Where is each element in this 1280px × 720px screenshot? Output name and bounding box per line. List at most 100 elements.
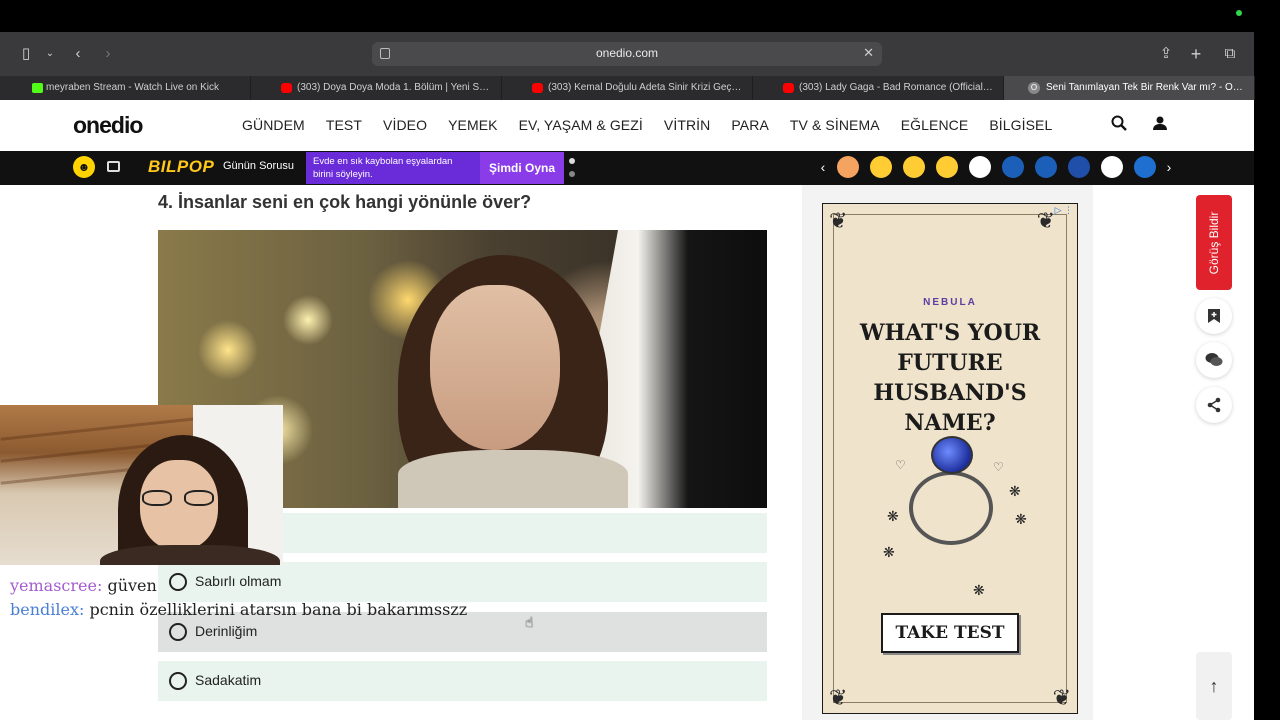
brand-icon[interactable] xyxy=(1133,156,1156,178)
back-button[interactable]: ‹ xyxy=(68,44,88,64)
ad-headline-line: FUTURE HUSBAND'S xyxy=(873,350,1027,406)
tab-bar: meyraben Stream - Watch Live on Kick (30… xyxy=(0,76,1255,100)
share-icon[interactable] xyxy=(1196,387,1232,423)
ad-headline-line: NAME? xyxy=(904,410,996,436)
nav-item-ev-yasam-gezi[interactable]: EV, YAŞAM & GEZİ xyxy=(519,117,643,133)
webcam-overlay xyxy=(0,405,283,565)
butterfly-icon: ❋ xyxy=(883,544,895,560)
chevron-left-icon[interactable]: ‹ xyxy=(815,159,831,175)
tab-overview-icon[interactable]: ⧉ xyxy=(1220,44,1240,64)
reaction-icon[interactable] xyxy=(935,156,958,178)
tab-label: (303) Lady Gaga - Bad Romance (Official … xyxy=(799,82,1004,93)
radio-button[interactable] xyxy=(169,672,187,690)
nav-item-tv-sinema[interactable]: TV & SİNEMA xyxy=(790,117,880,133)
card-icon[interactable] xyxy=(107,161,120,172)
ornament-icon: ❦ xyxy=(829,685,848,710)
ornament-icon: ❦ xyxy=(1036,208,1055,233)
chat-username: bendilex: xyxy=(10,600,85,619)
sidebar-toggle-icon[interactable]: ▯ xyxy=(16,44,36,64)
comments-icon[interactable] xyxy=(1196,342,1232,378)
answer-option[interactable]: Sadakatim xyxy=(158,661,767,701)
forward-button[interactable]: › xyxy=(98,44,118,64)
chat-message: yemascree: güven xyxy=(10,576,157,595)
feedback-label: Görüş Bildir xyxy=(1207,211,1221,274)
answer-label: Sabırlı olmam xyxy=(195,573,282,589)
chat-text: güven xyxy=(102,576,157,595)
ad-brand: NEBULA xyxy=(923,297,977,308)
search-icon[interactable] xyxy=(1110,115,1128,133)
tab-onedio[interactable]: O Seni Tanımlayan Tek Bir Renk Var mı? -… xyxy=(1004,76,1255,100)
camera-indicator-icon xyxy=(1236,10,1242,16)
radio-button[interactable] xyxy=(169,573,187,591)
nav-item-vitrin[interactable]: VİTRİN xyxy=(664,117,711,133)
advertisement[interactable]: ❦ ❦ ❦ ❦ ▷ ⋮ NEBULA WHAT'S YOUR FUTURE HU… xyxy=(822,203,1078,714)
adchoices-icon[interactable]: ▷ ⋮ xyxy=(1055,205,1073,216)
play-now-button[interactable]: Şimdi Oyna xyxy=(480,152,564,184)
quiz-question: 4. İnsanlar seni en çok hangi yönünle öv… xyxy=(158,192,532,212)
browser-toolbar: ▯ ⌄ ‹ › onedio.com ✕ ⇪ + ⧉ xyxy=(0,32,1254,76)
clear-address-icon[interactable]: ✕ xyxy=(863,45,874,61)
youtube-icon xyxy=(281,83,292,93)
answer-label: Derinliğim xyxy=(195,623,258,639)
ornament-icon: ❦ xyxy=(829,208,848,233)
butterfly-icon: ❋ xyxy=(1009,483,1021,499)
browser-window: ▯ ⌄ ‹ › onedio.com ✕ ⇪ + ⧉ meyraben Stre… xyxy=(0,32,1255,720)
youtube-icon xyxy=(783,83,794,93)
bilpop-logo[interactable]: BILPOP xyxy=(148,157,214,177)
bookmark-icon[interactable] xyxy=(1196,298,1232,334)
address-url: onedio.com xyxy=(595,46,659,60)
butterfly-icon: ❋ xyxy=(887,508,899,524)
nav-item-bilgisel[interactable]: BİLGİSEL xyxy=(989,117,1052,133)
site-logo[interactable]: onedio xyxy=(73,112,143,139)
ornament-icon: ❦ xyxy=(1052,685,1071,710)
hand-cursor-icon: ☝ xyxy=(525,614,534,630)
tab-label: meyraben Stream - Watch Live on Kick xyxy=(46,82,220,93)
ad-headline-line: WHAT'S YOUR xyxy=(859,320,1041,346)
ad-headline: WHAT'S YOUR FUTURE HUSBAND'S NAME? xyxy=(823,318,1077,438)
chat-text: pcnin özelliklerini atarsın bana bi baka… xyxy=(84,600,468,619)
brand-icon[interactable] xyxy=(1100,156,1123,178)
daily-question-label: Günün Sorusu xyxy=(223,160,294,172)
brand-icon[interactable] xyxy=(1034,156,1057,178)
reaction-strip: ‹ › xyxy=(815,156,1177,178)
nav-item-gundem[interactable]: GÜNDEM xyxy=(242,117,305,133)
kick-icon xyxy=(32,83,43,93)
answer-option[interactable]: Sabırlı olmam xyxy=(158,562,767,602)
tab-youtube-2[interactable]: (303) Kemal Doğulu Adeta Sinir Krizi Geç… xyxy=(502,76,753,100)
tab-kick[interactable]: meyraben Stream - Watch Live on Kick xyxy=(0,76,251,100)
tab-youtube-3[interactable]: (303) Lady Gaga - Bad Romance (Official … xyxy=(753,76,1004,100)
emoji-icon[interactable]: ☻ xyxy=(73,156,95,178)
scroll-to-top-button[interactable]: ↑ xyxy=(1196,652,1232,720)
new-tab-button[interactable]: + xyxy=(1186,44,1206,64)
share-icon[interactable]: ⇪ xyxy=(1156,44,1176,64)
take-test-button[interactable]: TAKE TEST xyxy=(881,613,1019,653)
nav-item-test[interactable]: TEST xyxy=(326,117,362,133)
promo-bar: ☻ BILPOP Günün Sorusu Evde en sık kaybol… xyxy=(0,151,1254,185)
reaction-icon[interactable] xyxy=(836,156,859,178)
reaction-icon[interactable] xyxy=(869,156,892,178)
butterfly-icon: ❋ xyxy=(1015,511,1027,527)
feedback-button[interactable]: Görüş Bildir xyxy=(1196,195,1232,290)
address-bar[interactable]: onedio.com ✕ xyxy=(372,42,882,66)
main-nav: GÜNDEM TEST VİDEO YEMEK EV, YAŞAM & GEZİ… xyxy=(242,117,1073,133)
chevron-down-icon[interactable]: ⌄ xyxy=(40,44,60,64)
screen: ▯ ⌄ ‹ › onedio.com ✕ ⇪ + ⧉ meyraben Stre… xyxy=(0,0,1280,720)
carousel-dots[interactable] xyxy=(569,158,575,184)
tab-youtube-1[interactable]: (303) Doya Doya Moda 1. Bölüm | Yeni Sez… xyxy=(251,76,502,100)
nav-item-para[interactable]: PARA xyxy=(731,117,769,133)
butterfly-icon: ❋ xyxy=(973,582,985,598)
radio-button[interactable] xyxy=(169,623,187,641)
nav-item-video[interactable]: VİDEO xyxy=(383,117,427,133)
nav-item-eglence[interactable]: EĞLENCE xyxy=(901,117,969,133)
brand-icon[interactable] xyxy=(1067,156,1090,178)
chat-username: yemascree: xyxy=(10,576,103,595)
daily-question-text[interactable]: Evde en sık kaybolan eşyalardan birini s… xyxy=(306,152,480,184)
chevron-right-icon[interactable]: › xyxy=(1161,159,1177,175)
site-header: onedio GÜNDEM TEST VİDEO YEMEK EV, YAŞAM… xyxy=(0,100,1254,151)
nav-item-yemek[interactable]: YEMEK xyxy=(448,117,498,133)
user-icon[interactable] xyxy=(1151,115,1169,133)
reaction-icon[interactable] xyxy=(902,156,925,178)
brand-icon[interactable] xyxy=(1001,156,1024,178)
brand-icon[interactable] xyxy=(968,156,991,178)
youtube-icon xyxy=(532,83,543,93)
